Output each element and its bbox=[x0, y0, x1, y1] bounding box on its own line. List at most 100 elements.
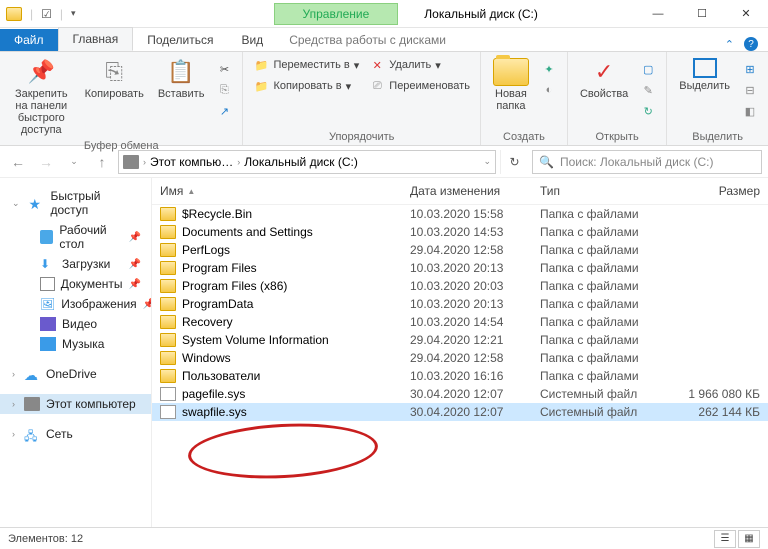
file-date: 29.04.2020 12:58 bbox=[410, 243, 540, 257]
pin-icon: 📌 bbox=[25, 58, 57, 86]
forward-button[interactable]: → bbox=[34, 150, 58, 174]
close-button[interactable]: ✕ bbox=[724, 0, 768, 28]
refresh-button[interactable]: ↻ bbox=[500, 150, 528, 174]
file-icon bbox=[160, 405, 176, 419]
new-item-button[interactable]: ✦ bbox=[539, 60, 559, 78]
sidebar-video[interactable]: Видео bbox=[0, 314, 151, 334]
select-none-button[interactable]: ⊟ bbox=[740, 81, 760, 99]
maximize-button[interactable]: ☐ bbox=[680, 0, 724, 28]
help-button[interactable]: ? bbox=[744, 37, 758, 51]
chevron-icon[interactable]: › bbox=[237, 157, 240, 167]
file-type: Папка с файлами bbox=[540, 243, 670, 257]
new-folder-button[interactable]: Новая папка bbox=[489, 56, 533, 114]
edit-button[interactable]: ✎ bbox=[638, 81, 658, 99]
file-tab[interactable]: Файл bbox=[0, 29, 58, 51]
file-row[interactable]: pagefile.sys30.04.2020 12:07Системный фа… bbox=[152, 385, 768, 403]
manage-tab[interactable]: Управление bbox=[274, 3, 399, 25]
copy-icon: ⎘ bbox=[98, 58, 130, 86]
col-type[interactable]: Тип bbox=[540, 184, 670, 198]
minimize-button[interactable]: — bbox=[636, 0, 680, 28]
paste-shortcut-button[interactable]: ↗ bbox=[214, 102, 234, 120]
details-view-button[interactable]: ☰ bbox=[714, 530, 736, 548]
select-button[interactable]: Выделить bbox=[675, 56, 734, 94]
breadcrumb-pc[interactable]: Этот компью… bbox=[150, 155, 233, 169]
file-row[interactable]: Documents and Settings10.03.2020 14:53Па… bbox=[152, 223, 768, 241]
home-tab[interactable]: Главная bbox=[58, 27, 134, 51]
music-icon bbox=[40, 337, 56, 351]
sidebar-pictures[interactable]: 🖼Изображения📌 bbox=[0, 294, 151, 314]
rename-button[interactable]: ⎚Переименовать bbox=[367, 77, 472, 95]
select-icon bbox=[693, 58, 717, 78]
col-date[interactable]: Дата изменения bbox=[410, 184, 540, 198]
access-icon: ◐ bbox=[541, 82, 557, 98]
open-icon: ▢ bbox=[640, 61, 656, 77]
select-all-button[interactable]: ⊞ bbox=[740, 60, 760, 78]
open-button[interactable]: ▢ bbox=[638, 60, 658, 78]
file-row[interactable]: ProgramData10.03.2020 20:13Папка с файла… bbox=[152, 295, 768, 313]
sidebar-this-pc[interactable]: ›Этот компьютер bbox=[0, 394, 151, 414]
drive-tools-tab[interactable]: Средства работы с дисками bbox=[277, 29, 458, 51]
copy-path-button[interactable]: ⎘ bbox=[214, 81, 234, 99]
copyto-button[interactable]: 📁Копировать в ▾ bbox=[251, 77, 361, 95]
pin-button[interactable]: 📌 Закрепить на панели быстрого доступа bbox=[8, 56, 75, 138]
file-type: Папка с файлами bbox=[540, 315, 670, 329]
file-row[interactable]: PerfLogs29.04.2020 12:58Папка с файлами bbox=[152, 241, 768, 259]
moveto-button[interactable]: 📁Переместить в ▾ bbox=[251, 56, 361, 74]
pc-icon bbox=[123, 155, 139, 169]
dropdown-icon[interactable]: ⌄ bbox=[483, 156, 491, 167]
sort-asc-icon: ▲ bbox=[187, 187, 195, 196]
file-row[interactable]: Program Files10.03.2020 20:13Папка с фай… bbox=[152, 259, 768, 277]
cut-button[interactable]: ✂ bbox=[214, 60, 234, 78]
col-name[interactable]: Имя ▲ bbox=[160, 184, 410, 198]
column-headers: Имя ▲ Дата изменения Тип Размер bbox=[152, 178, 768, 205]
sidebar-music[interactable]: Музыка bbox=[0, 334, 151, 354]
file-date: 10.03.2020 16:16 bbox=[410, 369, 540, 383]
up-button[interactable]: ↑ bbox=[90, 150, 114, 174]
file-name: System Volume Information bbox=[182, 333, 329, 347]
sidebar-downloads[interactable]: ⬇Загрузки📌 bbox=[0, 254, 151, 274]
sidebar-quick-access[interactable]: ⌄★Быстрый доступ bbox=[0, 186, 151, 220]
file-date: 30.04.2020 12:07 bbox=[410, 405, 540, 419]
delete-icon: ✕ bbox=[369, 57, 385, 73]
history-dropdown[interactable]: ⌄ bbox=[62, 150, 86, 174]
file-row[interactable]: swapfile.sys30.04.2020 12:07Системный фа… bbox=[152, 403, 768, 421]
shortcut-icon: ↗ bbox=[216, 103, 232, 119]
file-date: 10.03.2020 14:54 bbox=[410, 315, 540, 329]
file-row[interactable]: Recovery10.03.2020 14:54Папка с файлами bbox=[152, 313, 768, 331]
view-tab[interactable]: Вид bbox=[227, 29, 277, 51]
file-row[interactable]: Windows29.04.2020 12:58Папка с файлами bbox=[152, 349, 768, 367]
qat-dropdown[interactable]: ▾ bbox=[71, 8, 76, 19]
file-type: Папка с файлами bbox=[540, 207, 670, 221]
history-icon: ↻ bbox=[640, 103, 656, 119]
share-tab[interactable]: Поделиться bbox=[133, 29, 227, 51]
file-name: swapfile.sys bbox=[182, 405, 247, 419]
file-row[interactable]: Пользователи10.03.2020 16:16Папка с файл… bbox=[152, 367, 768, 385]
invert-selection-button[interactable]: ◧ bbox=[740, 102, 760, 120]
collapse-ribbon-button[interactable]: ⌃ bbox=[725, 38, 734, 51]
thumbnails-view-button[interactable]: ▦ bbox=[738, 530, 760, 548]
breadcrumb[interactable]: › Этот компью… › Локальный диск (C:) ⌄ bbox=[118, 150, 496, 174]
sidebar-network[interactable]: ›🖧Сеть bbox=[0, 424, 151, 444]
paste-button[interactable]: 📋 Вставить bbox=[154, 56, 209, 102]
search-input[interactable]: 🔍 Поиск: Локальный диск (C:) bbox=[532, 150, 762, 174]
file-row[interactable]: System Volume Information29.04.2020 12:2… bbox=[152, 331, 768, 349]
sidebar-onedrive[interactable]: ›☁OneDrive bbox=[0, 364, 151, 384]
breadcrumb-drive[interactable]: Локальный диск (C:) bbox=[244, 155, 358, 169]
file-type: Папка с файлами bbox=[540, 369, 670, 383]
checkbox-icon[interactable]: ☑ bbox=[41, 7, 52, 21]
properties-button[interactable]: ✓ Свойства bbox=[576, 56, 632, 102]
easy-access-button[interactable]: ◐ bbox=[539, 81, 559, 99]
copy-button[interactable]: ⎘ Копировать bbox=[81, 56, 148, 102]
history-button[interactable]: ↻ bbox=[638, 102, 658, 120]
sidebar-desktop[interactable]: Рабочий стол📌 bbox=[0, 220, 151, 254]
sidebar-documents[interactable]: Документы📌 bbox=[0, 274, 151, 294]
delete-button[interactable]: ✕Удалить ▾ bbox=[367, 56, 472, 74]
chevron-icon[interactable]: › bbox=[143, 157, 146, 167]
select-group: Выделить ⊞ ⊟ ◧ Выделить bbox=[667, 52, 768, 145]
file-row[interactable]: $Recycle.Bin10.03.2020 15:58Папка с файл… bbox=[152, 205, 768, 223]
col-size[interactable]: Размер bbox=[670, 184, 760, 198]
separator: | bbox=[30, 7, 33, 21]
file-row[interactable]: Program Files (x86)10.03.2020 20:03Папка… bbox=[152, 277, 768, 295]
edit-icon: ✎ bbox=[640, 82, 656, 98]
back-button[interactable]: ← bbox=[6, 150, 30, 174]
